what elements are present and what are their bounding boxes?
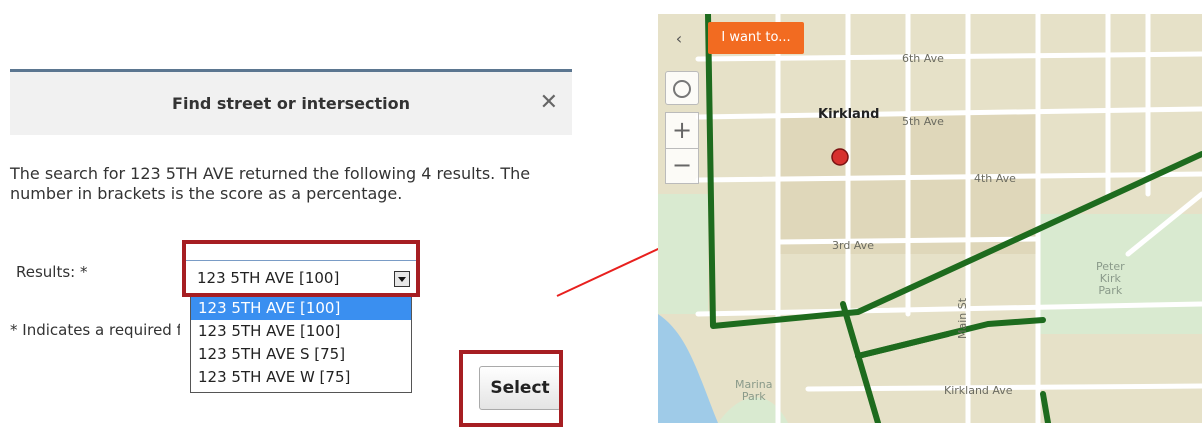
collapse-panel-button[interactable]: ‹	[664, 24, 694, 54]
city-label: Kirkland	[818, 107, 880, 122]
zoom-in-button[interactable]: +	[665, 112, 699, 148]
street-label: Kirkland Ave	[944, 384, 1013, 397]
results-dropdown-list: 123 5TH AVE [100] 123 5TH AVE [100] 123 …	[190, 296, 412, 393]
zoom-out-button[interactable]: −	[665, 148, 699, 184]
close-icon[interactable]: ✕	[540, 90, 558, 116]
dialog-title: Find street or intersection	[172, 94, 410, 113]
i-want-to-button[interactable]: I want to...	[708, 22, 804, 54]
street-label: 3rd Ave	[832, 239, 874, 252]
select-button[interactable]: Select	[479, 366, 561, 410]
locate-icon	[673, 80, 691, 98]
dropdown-option[interactable]: 123 5TH AVE S [75]	[191, 343, 411, 366]
results-label: Results: *	[16, 263, 88, 281]
results-select-value: 123 5TH AVE [100]	[197, 269, 340, 287]
location-marker[interactable]	[831, 148, 849, 166]
search-results-description: The search for 123 5TH AVE returned the …	[10, 164, 531, 203]
locate-button[interactable]	[665, 71, 699, 105]
map-view[interactable]: 6th Ave Kirkland 5th Ave 4th Ave 3rd Ave…	[658, 14, 1202, 423]
chevron-down-icon[interactable]	[394, 271, 410, 287]
required-field-note: * Indicates a required field	[10, 321, 180, 339]
dropdown-option[interactable]: 123 5TH AVE W [75]	[191, 366, 411, 389]
park-label-line: Park	[741, 390, 766, 403]
street-label: 4th Ave	[974, 172, 1016, 185]
find-street-dialog: Find street or intersection ✕ The search…	[10, 69, 572, 427]
park-label-peter-kirk: Peter Kirk Park	[1096, 261, 1125, 297]
dropdown-option[interactable]: 123 5TH AVE [100]	[191, 320, 411, 343]
dialog-header: Find street or intersection ✕	[10, 69, 572, 135]
results-select[interactable]: 123 5TH AVE [100]	[182, 260, 419, 296]
park-label-marina: Marina Park	[735, 379, 773, 403]
dropdown-option[interactable]: 123 5TH AVE [100]	[191, 297, 411, 320]
street-label: 5th Ave	[902, 115, 944, 128]
map-canvas[interactable]	[658, 14, 1202, 423]
street-label: 6th Ave	[902, 52, 944, 65]
street-label: Main St	[956, 297, 969, 339]
park-label-line: Park	[1098, 284, 1123, 297]
